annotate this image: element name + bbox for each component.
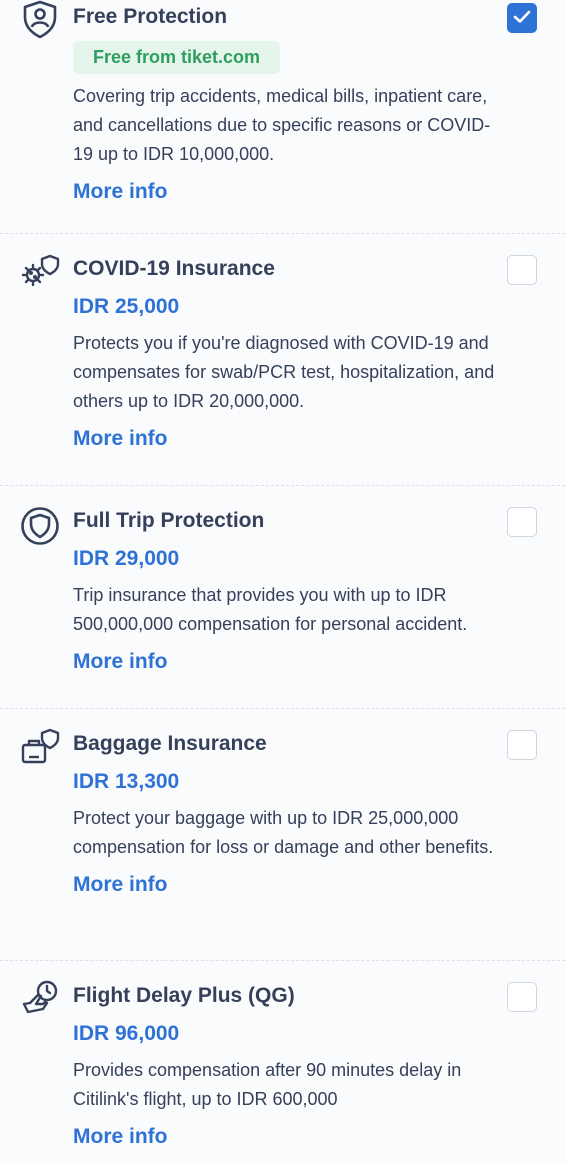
- insurance-item-covid: COVID-19 Insurance IDR 25,000 Protects y…: [0, 233, 565, 485]
- insurance-item-free-protection: Free Protection Free from tiket.com Cove…: [0, 0, 565, 233]
- insurance-item-flight-delay: Flight Delay Plus (QG) IDR 96,000 Provid…: [0, 960, 565, 1162]
- item-title: Flight Delay Plus (QG): [73, 984, 295, 1007]
- more-info-link[interactable]: More info: [73, 1123, 168, 1151]
- item-price: IDR 29,000: [73, 547, 180, 570]
- item-title: COVID-19 Insurance: [73, 257, 275, 280]
- more-info-link[interactable]: More info: [73, 871, 168, 899]
- item-description: Provides compensation after 90 minutes d…: [73, 1060, 462, 1109]
- shield-icon: [20, 506, 60, 546]
- plane-clock-icon: [20, 979, 60, 1019]
- item-title: Free Protection: [73, 5, 228, 28]
- check-icon: [513, 10, 531, 23]
- free-protection-checkbox[interactable]: [507, 3, 537, 33]
- more-info-link[interactable]: More info: [73, 178, 168, 206]
- baggage-insurance-checkbox[interactable]: [507, 730, 537, 760]
- item-price: IDR 96,000: [73, 1022, 180, 1045]
- item-price: IDR 13,300: [73, 770, 180, 793]
- person-shield-icon: [20, 0, 60, 40]
- item-title: Full Trip Protection: [73, 509, 265, 532]
- item-description: Trip insurance that provides you with up…: [73, 585, 468, 634]
- baggage-shield-icon: [20, 727, 60, 767]
- insurance-item-baggage: Baggage Insurance IDR 13,300 Protect you…: [0, 708, 565, 960]
- item-title: Baggage Insurance: [73, 732, 267, 755]
- more-info-link[interactable]: More info: [73, 648, 168, 676]
- insurance-item-full-trip: Full Trip Protection IDR 29,000 Trip ins…: [0, 485, 565, 708]
- flight-delay-checkbox[interactable]: [507, 982, 537, 1012]
- item-description: Protect your baggage with up to IDR 25,0…: [73, 808, 494, 857]
- virus-shield-icon: [20, 252, 60, 292]
- free-badge: Free from tiket.com: [73, 41, 281, 74]
- item-description: Covering trip accidents, medical bills, …: [73, 86, 491, 164]
- item-description: Protects you if you're diagnosed with CO…: [73, 333, 495, 411]
- covid-insurance-checkbox[interactable]: [507, 255, 537, 285]
- more-info-link[interactable]: More info: [73, 425, 168, 453]
- full-trip-checkbox[interactable]: [507, 507, 537, 537]
- item-price: IDR 25,000: [73, 295, 180, 318]
- insurance-list: Free Protection Free from tiket.com Cove…: [0, 0, 565, 1162]
